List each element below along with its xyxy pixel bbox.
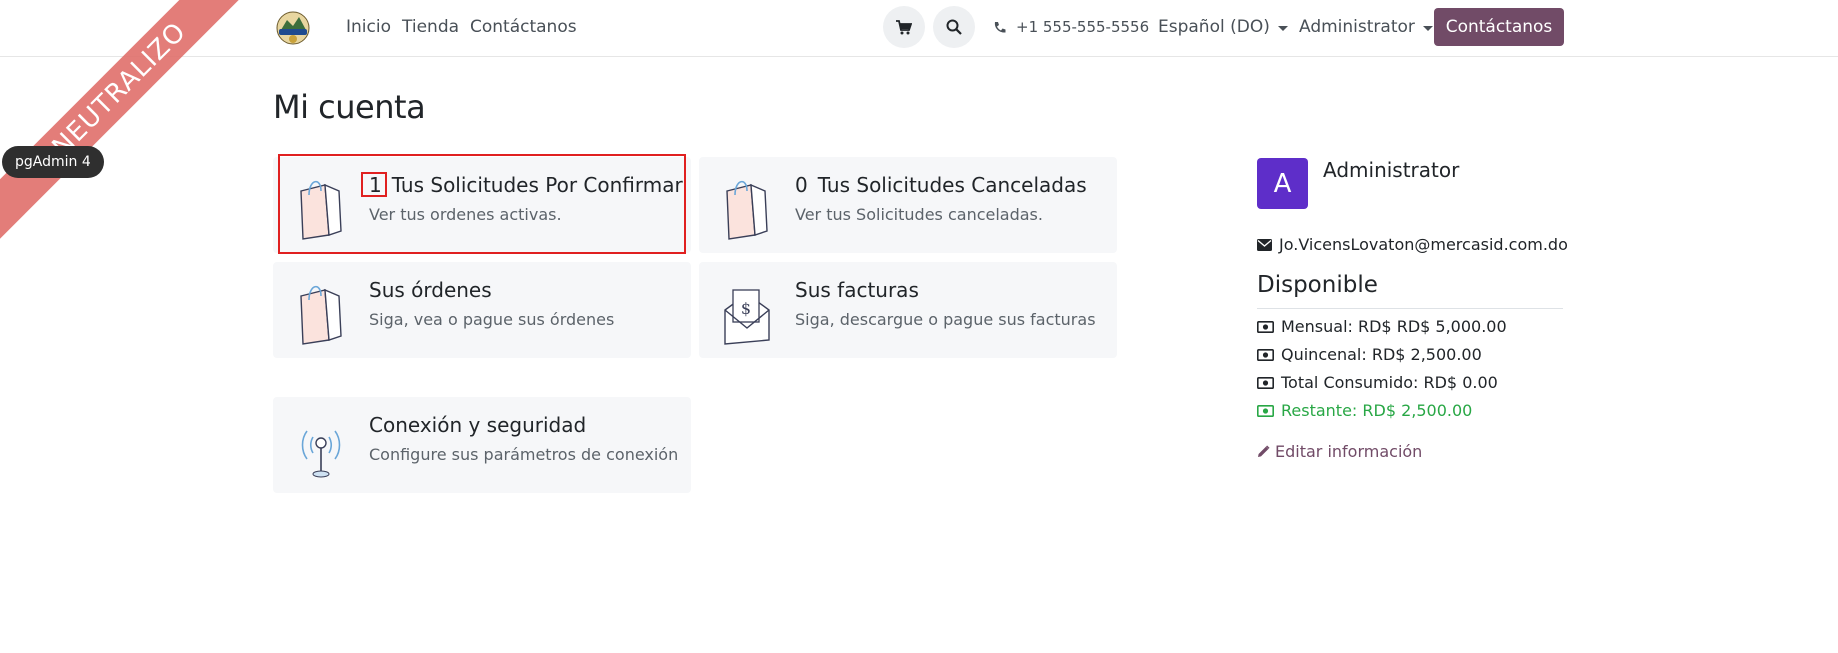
email-text: Jo.VicensLovaton@mercasid.com.do [1279, 235, 1568, 254]
shopping-bag-icon [300, 285, 342, 345]
pencil-icon [1258, 445, 1270, 457]
card-title-text: Tus Solicitudes Canceladas [817, 173, 1087, 197]
user-name: Administrator [1323, 158, 1460, 182]
card-invoices[interactable]: $ Sus facturas Siga, descargue o pague s… [699, 262, 1117, 358]
envelope-icon [1257, 238, 1272, 251]
nav-tienda[interactable]: Tienda [402, 17, 459, 37]
nav-inicio[interactable]: Inicio [346, 17, 391, 37]
chevron-down-icon [1277, 25, 1288, 31]
card-title: Sus facturas [795, 278, 919, 302]
money-bill-icon [1257, 320, 1274, 333]
language-label: Español (DO) [1158, 17, 1270, 37]
balance-biweekly: Quincenal: RD$ 2,500.00 [1257, 345, 1482, 364]
divider [1257, 308, 1563, 309]
card-title-text: Tus Solicitudes Por Confirmar [391, 173, 683, 197]
card-subtitle: Configure sus parámetros de conexión [369, 445, 679, 464]
page-title: Mi cuenta [273, 88, 426, 126]
balance-text: Restante: RD$ 2,500.00 [1281, 401, 1473, 420]
phone-number: +1 555-555-5556 [1016, 18, 1150, 36]
card-subtitle: Ver tus ordenes activas. [369, 205, 562, 224]
avatar: A [1257, 158, 1308, 209]
phone-icon [994, 21, 1006, 33]
antenna-icon [301, 430, 341, 478]
money-bill-icon [1257, 348, 1274, 361]
balance-remaining: Restante: RD$ 2,500.00 [1257, 401, 1472, 420]
card-title: Sus órdenes [369, 278, 492, 302]
email-row: Jo.VicensLovaton@mercasid.com.do [1257, 235, 1568, 254]
nav-contactanos[interactable]: Contáctanos [470, 17, 577, 37]
cart-button[interactable] [883, 6, 925, 48]
site-logo[interactable] [274, 8, 312, 46]
balance-text: Quincenal: RD$ 2,500.00 [1281, 345, 1482, 364]
money-bill-icon [1257, 404, 1274, 417]
card-title: 0 Tus Solicitudes Canceladas [795, 173, 1087, 197]
card-subtitle: Siga, vea o pague sus órdenes [369, 310, 615, 329]
language-dropdown[interactable]: Español (DO) [1158, 17, 1288, 37]
user-dropdown[interactable]: Administrator [1299, 17, 1433, 37]
card-count: 0 [795, 173, 808, 197]
top-navbar: Inicio Tienda Contáctanos +1 555-555-555… [0, 0, 1838, 57]
search-button[interactable] [933, 6, 975, 48]
user-label: Administrator [1299, 17, 1415, 37]
phone-link[interactable]: +1 555-555-5556 [993, 18, 1149, 36]
edit-info-label: Editar información [1275, 442, 1423, 461]
money-bill-icon [1257, 376, 1274, 389]
balance-consumed: Total Consumido: RD$ 0.00 [1257, 373, 1498, 392]
card-cancelled-requests[interactable]: 0 Tus Solicitudes Canceladas Ver tus Soli… [699, 157, 1117, 253]
shopping-bag-icon [726, 180, 768, 240]
chevron-down-icon [1422, 25, 1433, 31]
card-title: 1 Tus Solicitudes Por Confirmar [369, 173, 683, 197]
card-subtitle: Siga, descargue o pague sus facturas [795, 310, 1096, 329]
card-orders[interactable]: Sus órdenes Siga, vea o pague sus órdene… [273, 262, 691, 358]
card-count: 1 [369, 173, 382, 197]
contact-button[interactable]: Contáctanos [1434, 8, 1564, 46]
svg-text:$: $ [741, 299, 751, 318]
invoice-envelope-icon: $ [724, 289, 770, 345]
balance-text: Mensual: RD$ RD$ 5,000.00 [1281, 317, 1507, 336]
card-title: Conexión y seguridad [369, 413, 587, 437]
cart-icon [896, 19, 912, 34]
card-subtitle: Ver tus Solicitudes canceladas. [795, 205, 1043, 224]
balance-text: Total Consumido: RD$ 0.00 [1281, 373, 1498, 392]
pgadmin-badge[interactable]: pgAdmin 4 [2, 146, 104, 178]
card-pending-requests[interactable]: 1 Tus Solicitudes Por Confirmar Ver tus o… [273, 157, 691, 253]
search-icon [946, 19, 962, 35]
edit-info-link[interactable]: Editar información [1257, 442, 1422, 461]
card-security[interactable]: Conexión y seguridad Configure sus parám… [273, 397, 691, 493]
shopping-bag-icon [300, 180, 342, 240]
balance-monthly: Mensual: RD$ RD$ 5,000.00 [1257, 317, 1507, 336]
section-title-available: Disponible [1257, 272, 1378, 298]
